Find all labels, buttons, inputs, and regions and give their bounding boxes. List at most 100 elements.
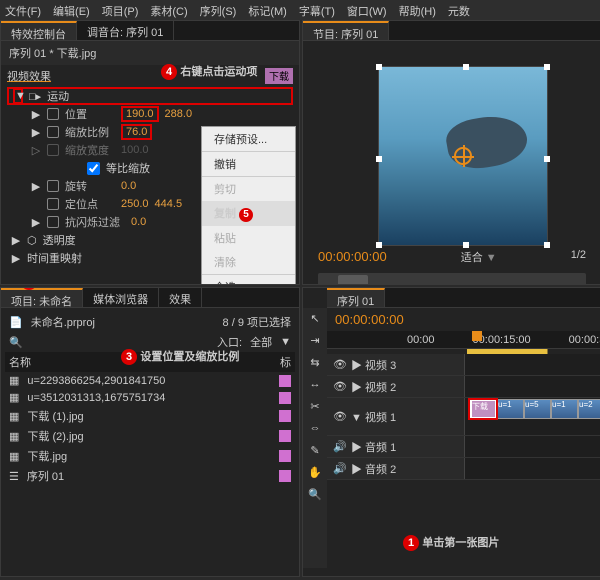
tab-project[interactable]: 项目: 未命名 [1,288,83,307]
current-time[interactable]: 00:00:00:00 [318,249,387,265]
menu-clip[interactable]: 素材(C) [150,3,187,17]
playhead-icon[interactable] [472,331,482,341]
stopwatch-icon[interactable] [47,216,59,228]
search-icon[interactable]: 🔍 [9,336,23,349]
download-tag: 下载 [265,68,293,84]
tab-program[interactable]: 节目: 序列 01 [303,21,389,40]
anchor-y[interactable]: 444.5 [155,198,183,210]
speaker-icon[interactable]: 🔊 [333,440,347,453]
position-x[interactable]: 190.0 [121,106,159,122]
twirl-icon[interactable]: ▶ [31,180,41,193]
label-swatch[interactable] [279,410,291,422]
label-swatch[interactable] [279,470,291,482]
main-menubar[interactable]: 文件(F) 编辑(E) 项目(P) 素材(C) 序列(S) 标记(M) 字幕(T… [0,0,600,20]
chevron-down-icon[interactable]: ▼ [280,336,291,348]
twirl-icon[interactable]: ▶ [11,234,21,247]
motion-effect[interactable]: 运动 [47,88,69,104]
selection-tool-icon[interactable]: ↖ [303,308,327,330]
eye-icon[interactable]: 👁 [333,410,347,423]
rotation-value[interactable]: 0.0 [121,180,136,192]
stopwatch-icon[interactable] [47,108,59,120]
project-item[interactable]: 下载.jpg [27,448,67,464]
eye-icon[interactable]: 👁 [333,380,347,393]
opacity-effect[interactable]: 透明度 [43,232,76,248]
twirl-icon[interactable]: ▶ [11,252,21,265]
resolution[interactable]: 1/2 [571,249,586,265]
label-swatch[interactable] [279,430,291,442]
project-item[interactable]: 下载 (1).jpg [27,408,83,424]
zoom-tool-icon[interactable]: 🔍 [303,484,327,506]
menu-sequence[interactable]: 序列(S) [200,3,237,17]
col-name[interactable]: 名称 [9,354,31,370]
stopwatch-icon[interactable] [47,126,59,138]
stopwatch-icon[interactable] [47,180,59,192]
timeline-clip[interactable]: u=1 [497,399,524,419]
col-label[interactable]: 标 [280,354,291,370]
track-label[interactable]: ▶ 视频 3 [351,357,396,373]
tab-media-browser[interactable]: 媒体浏览器 [83,288,159,307]
track-label[interactable]: ▶ 音频 1 [351,439,396,455]
menu-window[interactable]: 窗口(W) [347,3,387,17]
tab-audio-mixer[interactable]: 调音台: 序列 01 [77,21,174,40]
menu-marker[interactable]: 标记(M) [248,3,287,17]
motion-twirl-icon[interactable]: ▼ [13,88,23,104]
project-item[interactable]: 序列 01 [27,468,64,484]
menu-project[interactable]: 项目(P) [102,3,139,17]
menu-edit[interactable]: 编辑(E) [53,3,90,17]
twirl-icon[interactable]: ▶ [31,126,41,139]
pen-tool-icon[interactable]: ✎ [303,440,327,462]
scale-value[interactable]: 76.0 [121,124,152,140]
menu-copy[interactable]: 复制 5 [202,201,295,226]
video-effects-header: 视频效果 [7,68,51,84]
position-y[interactable]: 288.0 [165,108,193,120]
rate-tool-icon[interactable]: ↔ [303,374,327,396]
timeline-clip[interactable]: u=5 [524,399,551,419]
uniform-scale-checkbox[interactable] [87,162,100,175]
tab-sequence[interactable]: 序列 01 [327,288,385,307]
menu-select-all[interactable]: 全选 [202,275,295,285]
speaker-icon[interactable]: 🔊 [333,462,347,475]
slip-tool-icon[interactable]: ⇔ [303,418,327,440]
eye-icon[interactable]: 👁 [333,358,347,371]
project-item[interactable]: u=3512031313,1675751734 [27,392,165,404]
project-item[interactable]: u=2293866254,2901841750 [27,375,165,387]
image-icon: ▦ [9,374,19,387]
menu-meta[interactable]: 元数 [448,3,470,17]
menu-file[interactable]: 文件(F) [5,3,41,17]
tab-effect-controls[interactable]: 特效控制台 [1,21,77,40]
menu-cut: 剪切 [202,177,295,201]
ripple-tool-icon[interactable]: ⇆ [303,352,327,374]
timeline-timecode[interactable]: 00:00:00:00 [327,308,600,331]
anchor-x[interactable]: 250.0 [121,198,149,210]
time-ruler[interactable]: 00:00 00:00:15:00 00:00:30:00 [327,331,600,349]
timeline-clip[interactable]: u=2 [578,399,600,419]
in-all[interactable]: 全部 [250,334,272,350]
track-label[interactable]: ▶ 音频 2 [351,461,396,477]
track-label[interactable]: ▼ 视频 1 [351,409,396,425]
timeline-clip[interactable]: u=1 [551,399,578,419]
menu-subtitle[interactable]: 字幕(T) [299,3,335,17]
label-swatch[interactable] [279,450,291,462]
track-label[interactable]: ▶ 视频 2 [351,379,396,395]
fit-dropdown[interactable]: 适合 ▼ [461,249,497,265]
menu-undo[interactable]: 撤销 [202,152,295,176]
twirl-icon[interactable]: ▶ [31,108,41,121]
twirl-icon[interactable]: ▶ [31,216,41,229]
timeremap-effect[interactable]: 时间重映射 [27,250,82,266]
menu-save-preset[interactable]: 存储预设... [202,127,295,151]
tab-effects[interactable]: 效果 [159,288,202,307]
hand-tool-icon[interactable]: ✋ [303,462,327,484]
twirl-icon[interactable]: ▷ [31,144,41,157]
label-swatch[interactable] [279,375,291,387]
razor-tool-icon[interactable]: ✂ [303,396,327,418]
program-viewer[interactable] [378,66,548,246]
antiflicker-value[interactable]: 0.0 [131,216,146,228]
label-swatch[interactable] [279,392,291,404]
menu-paste: 粘贴 [202,226,295,250]
program-scrubber[interactable] [318,273,586,285]
menu-help[interactable]: 帮助(H) [399,3,436,17]
track-select-tool-icon[interactable]: ⇥ [303,330,327,352]
stopwatch-icon[interactable] [47,198,59,210]
ec-tabs: 特效控制台 调音台: 序列 01 [1,21,299,41]
project-item[interactable]: 下载 (2).jpg [27,428,83,444]
